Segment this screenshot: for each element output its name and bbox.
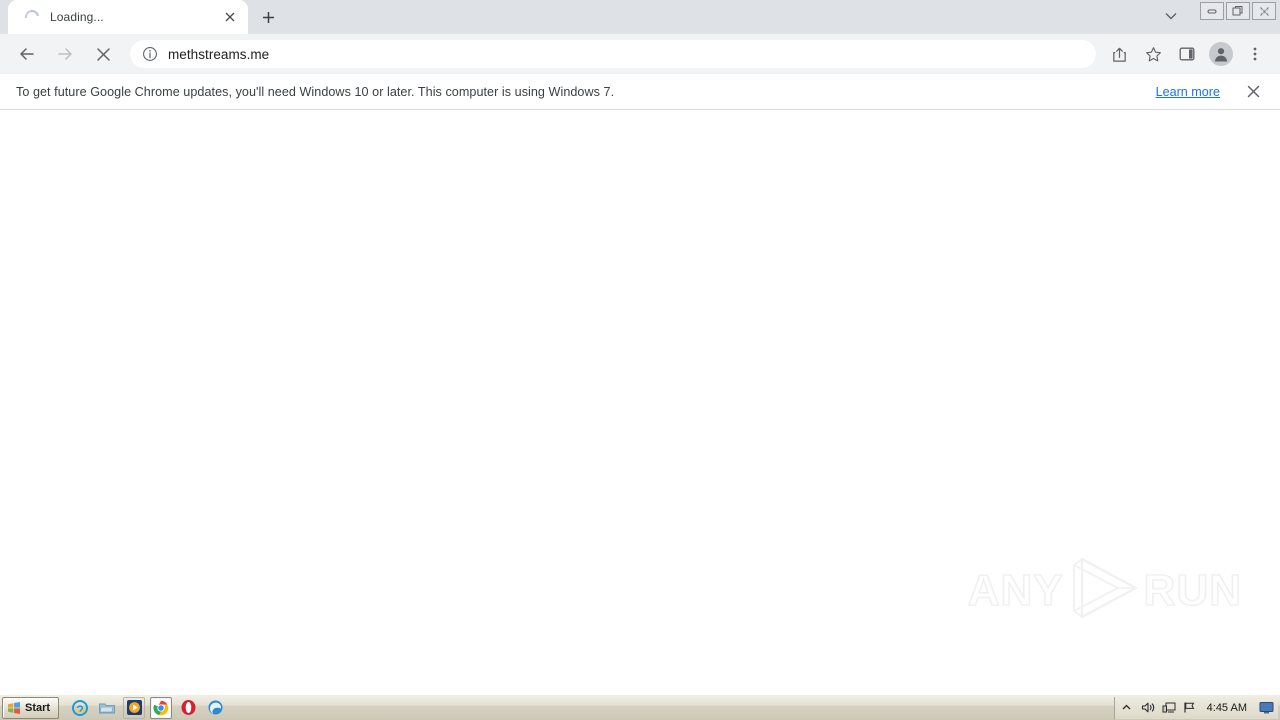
play-triangle-icon xyxy=(1066,553,1142,628)
taskbar-clock[interactable]: 4:45 AM xyxy=(1203,702,1251,714)
chevron-down-icon xyxy=(1165,13,1177,20)
show-hidden-icons-icon[interactable] xyxy=(1119,700,1135,716)
profile-button[interactable] xyxy=(1206,39,1236,69)
quick-launch-bar xyxy=(69,696,226,719)
taskbar-internet-explorer[interactable] xyxy=(69,697,91,719)
internet-explorer-icon xyxy=(72,699,89,716)
speaker-icon xyxy=(1141,702,1154,713)
taskbar-opera[interactable] xyxy=(177,697,199,719)
browser-window: Loading... methstreams.me To get future … xyxy=(0,0,1280,720)
tab-close-icon[interactable] xyxy=(220,7,240,27)
person-icon xyxy=(1214,48,1228,62)
anyrun-watermark: ANY RUN xyxy=(967,553,1242,628)
site-information-icon xyxy=(143,47,157,61)
close-icon xyxy=(1259,6,1269,16)
chrome-update-infobar: To get future Google Chrome updates, you… xyxy=(0,74,1280,110)
action-center-flag-icon[interactable] xyxy=(1182,700,1198,716)
windows-taskbar: Start 4:45 AM xyxy=(0,694,1280,720)
network-icon[interactable] xyxy=(1161,700,1177,716)
taskbar-windows-explorer[interactable] xyxy=(96,697,118,719)
close-x-icon xyxy=(1247,85,1259,98)
close-button[interactable] xyxy=(1252,2,1276,20)
address-bar[interactable]: methstreams.me xyxy=(130,40,1096,68)
tab-strip: Loading... xyxy=(0,0,1280,34)
desktop-icon xyxy=(1259,702,1273,714)
three-dots-vertical-icon xyxy=(1253,47,1257,61)
microsoft-edge-icon xyxy=(208,700,223,715)
side-panel-icon xyxy=(1179,47,1195,61)
start-label: Start xyxy=(25,701,51,714)
start-button[interactable]: Start xyxy=(2,696,60,719)
infobar-close-button[interactable] xyxy=(1242,81,1264,103)
back-button[interactable] xyxy=(12,39,42,69)
show-desktop-button[interactable] xyxy=(1258,700,1274,716)
infobar-message: To get future Google Chrome updates, you… xyxy=(16,84,615,99)
chevron-up-icon xyxy=(1122,704,1131,710)
tab-search-button[interactable] xyxy=(1158,3,1184,29)
share-icon xyxy=(1112,47,1126,62)
flag-icon xyxy=(1184,702,1195,713)
taskbar-media-player[interactable] xyxy=(123,696,146,719)
bookmark-button[interactable] xyxy=(1138,39,1168,69)
page-viewport: ANY RUN xyxy=(0,111,1280,694)
stop-loading-button[interactable] xyxy=(88,39,118,69)
stop-x-icon xyxy=(96,47,110,61)
learn-more-link[interactable]: Learn more xyxy=(1156,85,1220,99)
side-panel-button[interactable] xyxy=(1172,39,1202,69)
star-icon xyxy=(1145,46,1161,61)
network-monitor-icon xyxy=(1162,702,1176,713)
new-tab-button[interactable] xyxy=(254,3,282,31)
play-triangle-glyph xyxy=(1072,557,1137,619)
watermark-text-right: RUN xyxy=(1143,565,1242,615)
minimize-icon xyxy=(1207,9,1217,14)
restore-button[interactable] xyxy=(1226,2,1250,20)
chrome-menu-button[interactable] xyxy=(1240,39,1270,69)
system-tray: 4:45 AM xyxy=(1113,696,1278,719)
windows-logo-icon xyxy=(8,701,20,714)
tab-title: Loading... xyxy=(50,10,104,24)
taskbar-google-chrome[interactable] xyxy=(150,696,173,719)
minimize-button[interactable] xyxy=(1200,2,1224,20)
url-text: methstreams.me xyxy=(168,46,270,62)
google-chrome-icon xyxy=(153,700,169,715)
media-player-icon xyxy=(126,700,142,715)
taskbar-microsoft-edge[interactable] xyxy=(204,697,226,719)
forward-button[interactable] xyxy=(50,39,80,69)
plus-icon xyxy=(262,11,274,23)
share-button[interactable] xyxy=(1104,39,1134,69)
opera-icon xyxy=(181,700,196,715)
arrow-left-icon xyxy=(20,48,34,60)
watermark-text-left: ANY xyxy=(967,565,1064,615)
avatar xyxy=(1209,42,1233,66)
browser-toolbar: methstreams.me xyxy=(0,34,1280,74)
window-controls xyxy=(1200,2,1276,20)
loading-spinner-icon xyxy=(24,9,40,25)
info-circle-icon[interactable] xyxy=(142,46,158,62)
restore-icon xyxy=(1232,6,1243,16)
windows-explorer-icon xyxy=(99,703,116,713)
arrow-right-icon xyxy=(58,48,72,60)
close-x-icon xyxy=(225,12,235,22)
browser-tab[interactable]: Loading... xyxy=(8,0,248,34)
volume-icon[interactable] xyxy=(1140,700,1156,716)
